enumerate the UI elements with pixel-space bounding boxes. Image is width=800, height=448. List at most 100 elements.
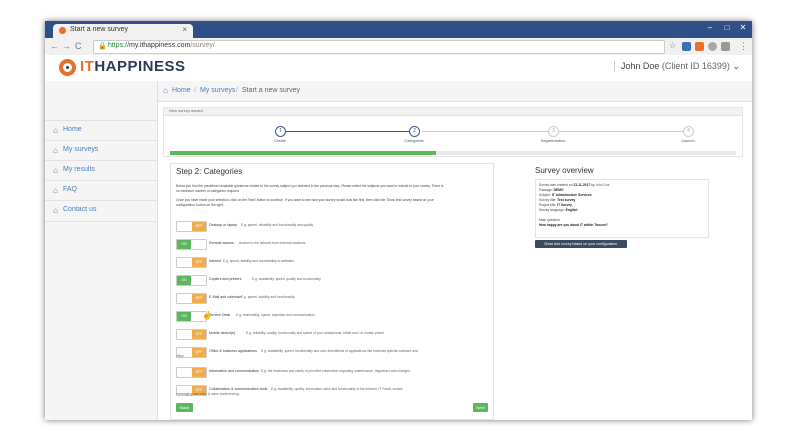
extension-1-icon[interactable] — [682, 42, 691, 51]
category-row: OFF Mobile device(s) E.g. reliability, qua… — [176, 329, 488, 341]
tab-bar: Start a new survey × – □ ✕ — [45, 21, 752, 38]
overview-package: Package: DEMO — [539, 188, 564, 192]
step-2-circle: 2 — [409, 126, 420, 137]
intro-text: configuration' button on the right. — [176, 203, 224, 207]
home-icon: ⌂ — [53, 206, 58, 215]
breadcrumb-separator: / — [236, 87, 238, 94]
categories-panel: Step 2: Categories Below you find the pr… — [170, 163, 494, 420]
sidebar-item-my-results[interactable]: ⌂ My results — [45, 160, 157, 181]
back-arrow-icon[interactable]: ← — [50, 41, 59, 51]
user-menu[interactable]: John Doe (Client ID 16399) ⌄ — [613, 61, 740, 72]
wizard-progress-bar — [170, 151, 736, 155]
category-name: Information and communication — [209, 369, 260, 373]
sidebar-item-label: Home — [63, 126, 82, 133]
tab-close-icon[interactable]: × — [182, 25, 187, 34]
logo-mark-icon — [59, 59, 76, 76]
sidebar-item-contact-us[interactable]: ⌂ Contact us — [45, 200, 157, 222]
step-4-label: Launch — [681, 138, 695, 143]
toggle-state-label: OFF — [192, 294, 206, 303]
category-toggle[interactable]: OFF — [176, 367, 207, 378]
url-text: https://my.ithappiness.com/survey/ — [108, 42, 215, 49]
back-button[interactable]: Back — [176, 403, 193, 412]
category-description: E.g. availability, speed, quality and fu… — [252, 277, 322, 281]
wizard-progress-fill — [170, 151, 437, 155]
category-description: E.g. speed, stability and accessibility … — [223, 259, 295, 263]
category-row: OFF Desktop or laptop E.g. speed, reliabil… — [176, 221, 488, 233]
extension-4-icon[interactable] — [721, 42, 730, 51]
category-row: OFF Information and communication E.g. the… — [176, 367, 488, 379]
sidebar-item-faq[interactable]: ⌂ FAQ — [45, 180, 157, 201]
step-1-circle: 1 — [275, 126, 286, 137]
extension-2-icon[interactable] — [695, 42, 704, 51]
category-row: ON Copiers and printers E.g. availability,… — [176, 275, 488, 287]
category-name: Collaboration & communication tools — [209, 387, 268, 391]
overview-language: Survey language: English — [539, 208, 578, 212]
window-close-icon[interactable]: ✕ — [733, 23, 752, 32]
sidebar-item-label: My surveys — [63, 146, 99, 153]
step-2-label: Categories — [404, 138, 424, 143]
category-toggle[interactable]: OFF — [176, 257, 207, 268]
step-4-circle: 4 — [683, 126, 694, 137]
survey-wizard: New survey wizard 1 2 3 4 Create Categor… — [163, 107, 743, 157]
forward-arrow-icon[interactable]: → — [62, 41, 71, 51]
category-toggle[interactable]: OFF — [176, 293, 207, 304]
toggle-state-label: ON — [177, 240, 191, 249]
category-description: E.g. availability, quality, information … — [271, 387, 403, 391]
toggle-state-label: OFF — [192, 348, 206, 357]
tab-title: Start a new survey — [70, 26, 128, 33]
category-row: ON Remote access Access to the network fro… — [176, 239, 488, 251]
survey-overview-box: Survey was created on 21-11-2017 by John… — [535, 179, 709, 238]
category-toggle[interactable]: ON — [176, 275, 207, 286]
browser-menu-icon[interactable]: ⋮ — [739, 41, 748, 52]
toggle-state-label: OFF — [192, 330, 206, 339]
category-description: Access to the network from external loca… — [239, 241, 307, 245]
category-toggle[interactable]: OFF — [176, 329, 207, 340]
toggle-state-label: ON — [177, 276, 191, 285]
overview-project-title: Project title: IT Survey — [539, 203, 572, 207]
extension-3-icon[interactable] — [708, 42, 717, 51]
category-description: messaging and voice & video conferencing… — [176, 392, 240, 396]
breadcrumb-separator: / — [194, 87, 196, 94]
home-icon: ⌂ — [53, 146, 58, 155]
category-toggle[interactable]: OFF — [176, 221, 207, 232]
step-connector — [284, 131, 414, 132]
browser-window: Start a new survey × – □ ✕ ← → C 🔒 https… — [45, 21, 752, 420]
category-name: Service Desk — [209, 313, 231, 317]
step-3-label: Segmentation — [540, 138, 566, 143]
breadcrumb-current: Start a new survey — [242, 87, 300, 94]
breadcrumb: ⌂ Home / My surveys / Start a new survey — [158, 81, 752, 102]
show-test-survey-button[interactable]: Show test survey based on your configura… — [535, 240, 627, 248]
category-name: Remote access — [209, 241, 234, 245]
breadcrumb-my-surveys[interactable]: My surveys — [200, 87, 235, 94]
category-description: E.g. reachability, speed, expertise and … — [236, 313, 316, 317]
overview-subject: Subject: IT Infrastructure Services — [539, 193, 592, 197]
toggle-state-label: OFF — [192, 222, 206, 231]
category-description: E.g. reliability, quality, functionality… — [246, 331, 385, 335]
bookmark-star-icon[interactable]: ☆ — [669, 41, 676, 50]
client-id: (Client ID 16399) — [661, 61, 730, 71]
category-row: OFF Internet E.g. speed, stability and acc… — [176, 257, 488, 269]
address-bar-row: ← → C 🔒 https://my.ithappiness.com/surve… — [45, 38, 752, 56]
intro-text: no minimum number of categories required… — [176, 189, 240, 193]
browser-tab[interactable]: Start a new survey × — [53, 24, 193, 38]
category-row: OFF E-Mail and calendar E.g. speed, stabil… — [176, 293, 488, 305]
category-name: Office & business applications — [209, 349, 257, 353]
sidebar-item-home[interactable]: ⌂ Home — [45, 120, 157, 141]
toggle-state-label: OFF — [192, 368, 206, 377]
category-name: Mobile device(s) — [209, 331, 236, 335]
category-row: OFF Office & business applications E.g. av… — [176, 347, 488, 359]
next-button[interactable]: Next — [473, 403, 488, 412]
category-toggle[interactable]: ON — [176, 239, 207, 250]
url-field[interactable]: 🔒 https://my.ithappiness.com/survey/ — [93, 40, 665, 54]
category-name: Internet — [209, 259, 222, 263]
toggle-state-label: ON — [177, 312, 191, 321]
sidebar-item-my-surveys[interactable]: ⌂ My surveys — [45, 140, 157, 161]
category-description: E.g. availability, speed, functionality … — [261, 349, 418, 353]
intro-text: Once you have made your selection, click… — [176, 198, 434, 202]
favicon-icon — [59, 27, 66, 34]
overview-main-question-label: Main question: — [539, 218, 561, 222]
category-description: E.g. speed, reliability and functionalit… — [241, 223, 314, 227]
home-icon: ⌂ — [163, 86, 168, 95]
breadcrumb-home[interactable]: Home — [172, 87, 191, 94]
reload-icon[interactable]: C — [75, 41, 82, 51]
